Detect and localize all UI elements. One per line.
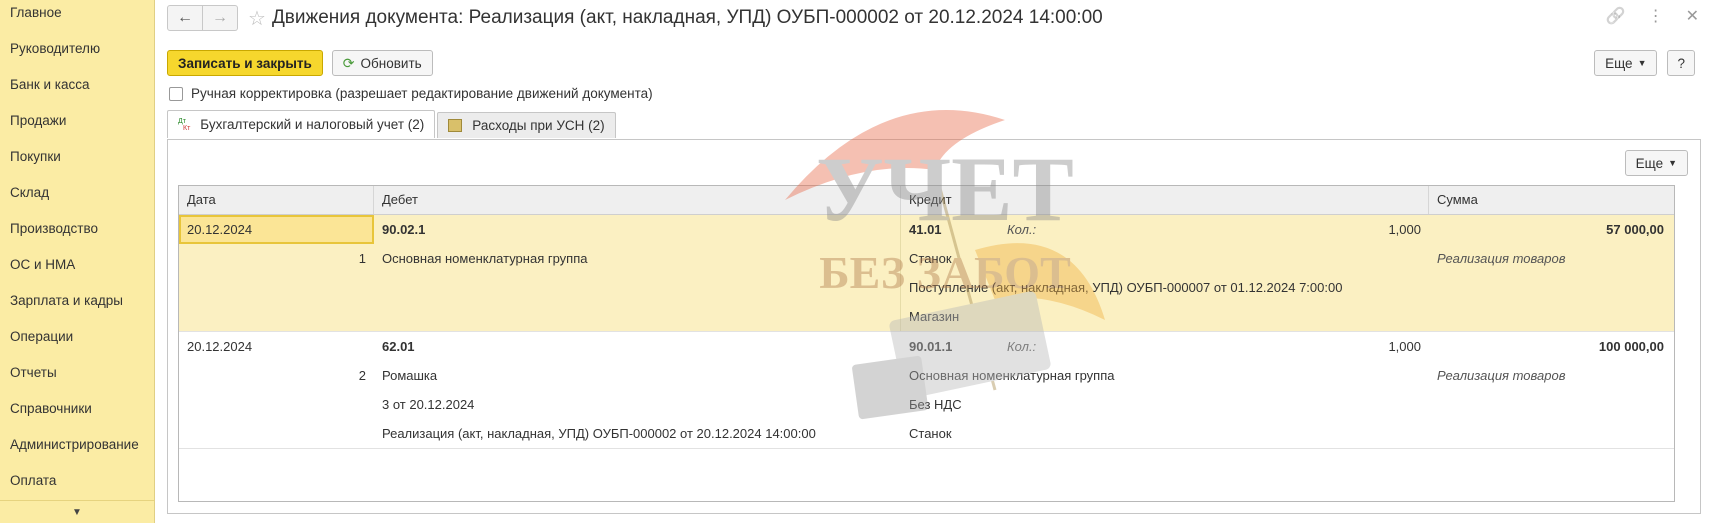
tab-usn-label: Расходы при УСН (2) [472,118,605,133]
refresh-label: Обновить [360,55,422,71]
row-debit-subconto: Ромашка [382,368,438,383]
sidebar-item-production[interactable]: Производство [0,216,154,252]
sidebar-item-reports[interactable]: Отчеты [0,360,154,396]
manual-correction-label: Ручная корректировка (разрешает редактир… [191,86,653,101]
sidebar-item-main[interactable]: Главное [0,0,154,36]
table-header: Дата Дебет Кредит Сумма [179,186,1674,215]
more-menu-icon[interactable]: ⋮ [1648,6,1664,26]
row-qty-label: Кол.: [1007,222,1037,237]
chevron-down-icon: ▼ [1637,58,1647,68]
debit-credit-icon: Дт Кт [178,117,191,132]
sidebar-item-assets[interactable]: ОС и НМА [0,252,154,288]
more-label: Еще [1605,55,1633,71]
row-debit-subconto: Реализация (акт, накладная, УПД) ОУБП-00… [382,426,816,441]
tab-accounting-label: Бухгалтерский и налоговый учет (2) [200,117,425,132]
sidebar-item-operations[interactable]: Операции [0,324,154,360]
sidebar-item-warehouse[interactable]: Склад [0,180,154,216]
row-credit-cell: 90.01.1 Кол.: 1,000 [901,332,1429,361]
tab-accounting[interactable]: Дт Кт Бухгалтерский и налоговый учет (2) [167,110,436,138]
header: ← → ☆ Движения документа: Реализация (ак… [167,4,1711,32]
row-number: 2 [358,368,366,383]
row-credit-account: 90.01.1 [909,339,953,354]
column-debit[interactable]: Дебет [374,186,901,214]
row-debit-subconto: 3 от 20.12.2024 [382,397,475,412]
command-bar: Записать и закрыть ⟳ Обновить [167,50,433,76]
row-debit-account: 62.01 [382,339,415,354]
link-icon[interactable]: 🔗 [1606,6,1626,26]
column-credit[interactable]: Кредит [901,186,1429,214]
row-credit-subconto: Станок [909,426,952,441]
register-icon [448,119,463,132]
entries-table[interactable]: Дата Дебет Кредит Сумма 20.12.2024 90.02… [178,185,1675,502]
row-qty: 1,000 [1388,222,1421,237]
row-date[interactable]: 20.12.2024 [179,215,374,244]
more-button[interactable]: Еще ▼ [1594,50,1658,76]
back-icon: ← [177,9,193,26]
sidebar-item-admin[interactable]: Администрирование [0,432,154,468]
manual-correction-row: Ручная корректировка (разрешает редактир… [169,86,653,101]
row-credit-cell: 41.01 Кол.: 1,000 [901,215,1429,244]
chevron-down-icon: ▼ [1668,158,1677,168]
sidebar-item-salary[interactable]: Зарплата и кадры [0,288,154,324]
row-credit-subconto: Основная номенклатурная группа [909,368,1115,383]
manual-correction-checkbox[interactable] [169,86,183,101]
column-date[interactable]: Дата [179,186,374,214]
main-area: ← → ☆ Движения документа: Реализация (ак… [155,0,1711,523]
row-debit-subconto: Основная номенклатурная группа [374,244,901,273]
row-credit-subconto: Без НДС [909,397,962,412]
row-credit-subconto: Станок [909,251,952,266]
sidebar: Главное Руководителю Банк и касса Продаж… [0,0,155,523]
row-amount: 100 000,00 [1598,339,1664,354]
row-credit-subconto: Магазин [909,309,960,324]
sidebar-expand-icon[interactable]: ▼ [0,500,154,523]
back-button[interactable]: ← [167,5,203,31]
row-debit-account: 90.02.1 [374,215,901,244]
sidebar-item-manager[interactable]: Руководителю [0,36,154,72]
refresh-button[interactable]: ⟳ Обновить [331,50,433,76]
table-more-button[interactable]: Еще ▼ [1624,150,1688,176]
row-credit-subconto: Поступление (акт, накладная, УПД) ОУБП-0… [909,280,1343,295]
page-title: Движения документа: Реализация (акт, нак… [271,7,1103,28]
tab-bar: Дт Кт Бухгалтерский и налоговый учет (2) … [167,110,618,138]
row-number: 1 [358,251,366,266]
favorite-star-icon[interactable]: ☆ [248,6,266,31]
forward-icon: → [212,9,228,26]
sidebar-item-catalogs[interactable]: Справочники [0,396,154,432]
row-date: 20.12.2024 [187,339,253,354]
sidebar-item-sales[interactable]: Продажи [0,108,154,144]
forward-button[interactable]: → [203,5,238,31]
row-content: Реализация товаров [1437,251,1566,266]
sidebar-item-payment[interactable]: Оплата [0,468,154,504]
row-credit-account: 41.01 [909,222,942,237]
sidebar-item-bank[interactable]: Банк и касса [0,72,154,108]
column-amount[interactable]: Сумма [1429,186,1672,214]
row-qty-label: Кол.: [1007,339,1037,354]
sidebar-item-purchases[interactable]: Покупки [0,144,154,180]
row-qty: 1,000 [1388,339,1421,354]
table-row[interactable]: 20.12.2024 90.02.1 41.01 Кол.: 1,000 57 … [179,215,1674,332]
save-and-close-button[interactable]: Записать и закрыть [167,50,323,76]
tab-panel: Еще ▼ Дата Дебет Кредит Сумма 20.12.2024 … [167,139,1701,514]
table-more-label: Еще [1635,155,1664,171]
tab-usn-expenses[interactable]: Расходы при УСН (2) [437,112,616,138]
row-content: Реализация товаров [1437,368,1566,383]
close-icon[interactable]: ✕ [1686,6,1699,26]
table-row[interactable]: 20.12.2024 62.01 90.01.1 Кол.: 1,000 100… [179,332,1674,449]
row-amount: 57 000,00 [1606,222,1664,237]
refresh-icon: ⟳ [342,54,355,71]
help-button[interactable]: ? [1667,50,1695,76]
